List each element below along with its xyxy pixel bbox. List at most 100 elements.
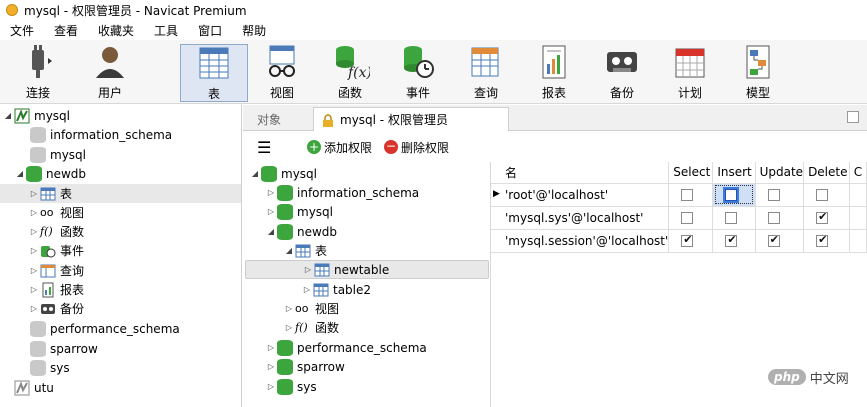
- mid-tree-table-newtable[interactable]: ▷ newtable: [245, 260, 489, 279]
- toolbar-event-button[interactable]: 事件: [386, 44, 450, 102]
- mid-tree-newdb-views[interactable]: ▷ oo 视图: [283, 299, 339, 318]
- mid-tree-db-sys[interactable]: ▷ sys: [265, 377, 317, 396]
- toolbar-table-button[interactable]: 表: [180, 44, 248, 102]
- collapse-arrow-icon[interactable]: ◢: [283, 246, 295, 255]
- delete-checkbox[interactable]: [816, 189, 829, 201]
- update-checkbox[interactable]: [767, 212, 780, 224]
- tree-newdb-reports[interactable]: ▷ 报表: [28, 280, 84, 299]
- tree-db-performance-schema[interactable]: performance_schema: [30, 319, 180, 338]
- menu-window[interactable]: 窗口: [188, 22, 232, 39]
- tree-connection-mysql[interactable]: ◢ mysql: [2, 106, 70, 125]
- table-row[interactable]: ▶ 'root'@'localhost': [491, 183, 867, 207]
- expand-arrow-icon[interactable]: ▷: [301, 285, 313, 294]
- tree-db-information-schema[interactable]: information_schema: [30, 125, 172, 144]
- expand-arrow-icon[interactable]: ▷: [265, 207, 277, 216]
- expand-arrow-icon[interactable]: ▷: [28, 208, 40, 217]
- tree-newdb-queries[interactable]: ▷ 查询: [28, 261, 84, 280]
- menu-view[interactable]: 查看: [44, 22, 88, 39]
- database-green-icon: [277, 184, 293, 201]
- expand-arrow-icon[interactable]: ▷: [28, 227, 40, 236]
- tree-newdb-events[interactable]: ▷ 事件: [28, 241, 84, 260]
- tree-newdb-tables[interactable]: ▷ 表: [0, 184, 241, 203]
- expand-arrow-icon[interactable]: ▷: [28, 246, 40, 255]
- toolbar-backup-button[interactable]: 备份: [590, 44, 654, 102]
- select-checkbox[interactable]: [681, 189, 694, 201]
- expand-arrow-icon[interactable]: ▷: [283, 323, 295, 332]
- table-row[interactable]: 'mysql.sys'@'localhost': [491, 206, 867, 230]
- tree-connection-utu[interactable]: utu: [14, 378, 54, 397]
- collapse-arrow-icon[interactable]: ◢: [265, 227, 277, 236]
- delete-privilege-button[interactable]: − 删除权限: [384, 139, 449, 156]
- menu-help[interactable]: 帮助: [232, 22, 276, 39]
- column-header-insert[interactable]: Insert: [712, 162, 756, 184]
- toolbar-connect-button[interactable]: 连接: [6, 44, 70, 102]
- tree-db-sparrow[interactable]: sparrow: [30, 339, 98, 358]
- mid-tree-connection-mysql[interactable]: ◢ mysql: [249, 164, 317, 183]
- expand-arrow-icon[interactable]: ▷: [265, 362, 277, 371]
- glasses-icon: oo: [40, 205, 54, 219]
- expand-arrow-icon[interactable]: ▷: [265, 343, 277, 352]
- menu-tools[interactable]: 工具: [144, 22, 188, 39]
- menu-hamburger-icon[interactable]: ☰: [257, 138, 277, 157]
- tab-objects[interactable]: 对象: [249, 107, 313, 131]
- schedule-icon: [670, 44, 710, 80]
- insert-checkbox[interactable]: [725, 233, 738, 247]
- collapse-arrow-icon[interactable]: ◢: [14, 169, 26, 178]
- toolbar-function-button[interactable]: f(x) 函数: [318, 44, 382, 102]
- update-checkbox[interactable]: [767, 233, 780, 247]
- select-checkbox[interactable]: [681, 212, 694, 224]
- column-header-delete[interactable]: Delete: [803, 162, 850, 184]
- insert-checkbox[interactable]: [723, 187, 740, 203]
- column-header-select[interactable]: Select: [668, 162, 714, 184]
- mid-tree-newdb-tables[interactable]: ◢ 表: [283, 241, 327, 260]
- expand-arrow-icon[interactable]: ▷: [265, 382, 277, 391]
- column-header-c[interactable]: C: [849, 162, 867, 184]
- mid-tree-newdb-functions[interactable]: ▷ f() 函数: [283, 318, 339, 337]
- toolbar-model-button[interactable]: 模型: [726, 44, 790, 102]
- mid-tree-db-sparrow[interactable]: ▷ sparrow: [265, 357, 345, 376]
- column-header-update[interactable]: Update: [755, 162, 805, 184]
- menu-file[interactable]: 文件: [0, 22, 44, 39]
- mid-tree-db-mysql[interactable]: ▷ mysql: [265, 202, 333, 221]
- toolbar-query-button[interactable]: 查询: [454, 44, 518, 102]
- collapse-arrow-icon[interactable]: ◢: [249, 169, 261, 178]
- mid-tree-db-information-schema[interactable]: ▷ information_schema: [265, 183, 419, 202]
- expand-arrow-icon[interactable]: ▷: [28, 285, 40, 294]
- expand-arrow-icon[interactable]: ▷: [302, 265, 314, 274]
- tab-strip-right-icon[interactable]: [847, 111, 859, 123]
- update-checkbox[interactable]: [767, 189, 780, 201]
- tree-db-newdb[interactable]: ◢ newdb: [14, 164, 86, 183]
- menu-favorites[interactable]: 收藏夹: [88, 22, 144, 39]
- expand-arrow-icon[interactable]: ▷: [283, 304, 295, 313]
- delete-checkbox[interactable]: [816, 210, 829, 224]
- table-icon: [313, 282, 329, 298]
- table-row[interactable]: 'mysql.session'@'localhost': [491, 229, 867, 253]
- tree-newdb-functions[interactable]: ▷ f() 函数: [28, 222, 84, 241]
- tree-newdb-views[interactable]: ▷ oo 视图: [28, 203, 84, 222]
- insert-checkbox[interactable]: [725, 212, 738, 224]
- tab-privilege-manager[interactable]: mysql - 权限管理员: [313, 107, 509, 131]
- expand-arrow-icon[interactable]: ▷: [28, 304, 40, 313]
- database-green-icon: [277, 378, 293, 395]
- php-cn-watermark: php 中文网: [768, 364, 864, 390]
- expand-arrow-icon[interactable]: ▷: [265, 188, 277, 197]
- select-checkbox[interactable]: [681, 233, 694, 247]
- function-icon: f(x): [330, 44, 372, 81]
- tab-bar: 对象 mysql - 权限管理员: [243, 105, 867, 131]
- column-header-name[interactable]: 名: [491, 162, 670, 184]
- collapse-arrow-icon[interactable]: ◢: [2, 111, 14, 120]
- expand-arrow-icon[interactable]: ▷: [28, 266, 40, 275]
- delete-checkbox[interactable]: [816, 233, 829, 247]
- tree-newdb-backups[interactable]: ▷ 备份: [28, 299, 84, 318]
- toolbar-view-button[interactable]: 视图: [250, 44, 314, 102]
- expand-arrow-icon[interactable]: ▷: [28, 189, 40, 198]
- mid-tree-table-table2[interactable]: ▷ table2: [301, 280, 371, 299]
- toolbar-user-button[interactable]: 用户: [78, 44, 142, 102]
- tree-db-mysql[interactable]: mysql: [30, 145, 86, 164]
- toolbar-report-button[interactable]: 报表: [522, 44, 586, 102]
- toolbar-schedule-button[interactable]: 计划: [658, 44, 722, 102]
- add-privilege-button[interactable]: + 添加权限: [307, 139, 372, 156]
- mid-tree-db-performance-schema[interactable]: ▷ performance_schema: [265, 338, 427, 357]
- mid-tree-db-newdb[interactable]: ◢ newdb: [265, 222, 337, 241]
- tree-db-sys[interactable]: sys: [30, 358, 70, 377]
